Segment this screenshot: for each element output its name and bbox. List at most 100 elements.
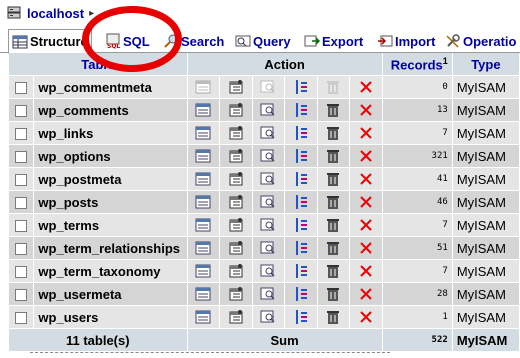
structure-icon[interactable] [220,191,252,213]
row-checkbox[interactable] [9,99,34,121]
table-name-link[interactable]: wp_commentmeta [34,76,187,98]
table-name-link[interactable]: wp_term_relationships [34,237,187,259]
row-checkbox[interactable] [9,214,34,236]
empty-table-icon[interactable] [317,122,350,144]
insert-icon[interactable] [285,260,317,282]
structure-icon[interactable] [220,122,252,144]
empty-table-icon[interactable] [317,306,350,328]
drop-icon[interactable] [350,99,382,121]
search-table-icon[interactable] [252,168,285,190]
insert-icon[interactable] [285,99,317,121]
empty-table-icon[interactable] [317,237,350,259]
table-name-link[interactable]: wp_usermeta [34,283,187,305]
browse-icon[interactable] [187,260,220,282]
insert-icon[interactable] [285,122,317,144]
browse-icon[interactable] [187,99,220,121]
table-name-link[interactable]: wp_users [34,306,187,328]
drop-icon[interactable] [350,260,382,282]
table-name-link[interactable]: wp_links [34,122,187,144]
row-checkbox[interactable] [9,76,34,98]
structure-icon[interactable] [220,306,252,328]
browse-icon[interactable] [187,306,220,328]
browse-icon[interactable] [187,191,220,213]
insert-icon[interactable] [285,191,317,213]
records-column-header[interactable]: Records1 [382,53,452,75]
insert-icon[interactable] [285,306,317,328]
row-checkbox[interactable] [9,260,34,282]
row-checkbox[interactable] [9,283,34,305]
empty-table-icon[interactable] [317,260,350,282]
tab-query[interactable]: Query [232,29,294,53]
sum-label: Sum [187,329,382,351]
empty-table-icon[interactable] [317,168,350,190]
engine-type: MyISAM [452,145,519,167]
empty-table-icon[interactable] [317,214,350,236]
browse-icon[interactable] [187,122,220,144]
table-row: wp_commentmeta 0 MyISAM [9,76,519,98]
drop-icon[interactable] [350,76,382,98]
records-count: 321 [382,145,452,167]
insert-icon[interactable] [285,168,317,190]
browse-icon[interactable] [187,145,220,167]
tab-operations[interactable]: Operatio [442,29,519,53]
tab-structure[interactable]: Structure [8,29,92,54]
insert-icon[interactable] [285,237,317,259]
structure-icon[interactable] [220,214,252,236]
browse-icon[interactable] [187,283,220,305]
structure-icon[interactable] [220,283,252,305]
browse-icon[interactable] [187,214,220,236]
search-table-icon[interactable] [252,237,285,259]
records-sum: 522 [382,329,452,351]
tab-export[interactable]: Export [301,29,366,53]
structure-icon[interactable] [220,168,252,190]
drop-icon[interactable] [350,237,382,259]
drop-icon[interactable] [350,191,382,213]
row-checkbox[interactable] [9,237,34,259]
drop-icon[interactable] [350,122,382,144]
row-checkbox[interactable] [9,122,34,144]
search-table-icon[interactable] [252,145,285,167]
drop-icon[interactable] [350,306,382,328]
table-name-link[interactable]: wp_options [34,145,187,167]
search-table-icon[interactable] [252,191,285,213]
row-checkbox[interactable] [9,191,34,213]
drop-icon[interactable] [350,283,382,305]
server-link[interactable]: localhost [27,6,84,21]
drop-icon[interactable] [350,145,382,167]
insert-icon[interactable] [285,145,317,167]
search-table-icon[interactable] [252,122,285,144]
browse-icon[interactable] [187,168,220,190]
drop-icon[interactable] [350,214,382,236]
structure-icon[interactable] [220,76,252,98]
row-checkbox[interactable] [9,145,34,167]
structure-icon[interactable] [220,237,252,259]
insert-icon[interactable] [285,214,317,236]
search-table-icon[interactable] [252,283,285,305]
table-name-link[interactable]: wp_comments [34,99,187,121]
empty-table-icon[interactable] [317,99,350,121]
structure-icon[interactable] [220,99,252,121]
search-table-icon[interactable] [252,306,285,328]
row-checkbox[interactable] [9,168,34,190]
structure-icon[interactable] [220,145,252,167]
drop-icon[interactable] [350,168,382,190]
empty-table-icon[interactable] [317,145,350,167]
empty-table-icon[interactable] [317,191,350,213]
row-checkbox[interactable] [9,306,34,328]
table-name-link[interactable]: wp_terms [34,214,187,236]
empty-table-icon[interactable] [317,283,350,305]
browse-icon[interactable] [187,237,220,259]
search-table-icon[interactable] [252,214,285,236]
table-name-link[interactable]: wp_postmeta [34,168,187,190]
table-row: wp_links 7 MyISAM [9,122,519,144]
records-count: 0 [382,76,452,98]
insert-icon[interactable] [285,283,317,305]
insert-icon[interactable] [285,76,317,98]
table-name-link[interactable]: wp_posts [34,191,187,213]
type-column-header[interactable]: Type [452,53,519,75]
search-table-icon[interactable] [252,99,285,121]
search-table-icon[interactable] [252,260,285,282]
structure-icon[interactable] [220,260,252,282]
tab-import[interactable]: Import [374,29,438,53]
table-name-link[interactable]: wp_term_taxonomy [34,260,187,282]
